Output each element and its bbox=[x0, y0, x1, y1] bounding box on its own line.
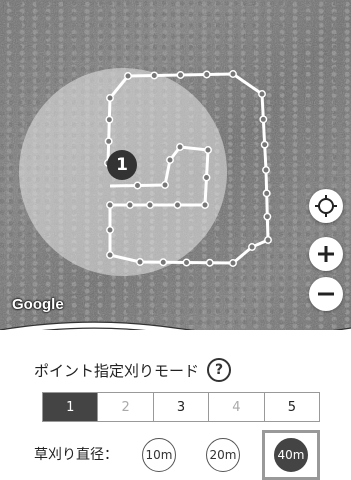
help-icon[interactable]: ? bbox=[207, 358, 232, 382]
mode-title-row: ポイント指定刈りモード ? bbox=[34, 358, 232, 382]
route-waypoint bbox=[262, 166, 270, 174]
minus-icon bbox=[318, 292, 334, 296]
diameter-label: 草刈り直径： bbox=[34, 447, 118, 463]
start-marker-label: 1 bbox=[116, 155, 128, 175]
route-waypoint bbox=[202, 173, 211, 182]
route-waypoint bbox=[182, 258, 191, 267]
route-waypoint bbox=[126, 201, 134, 209]
route-waypoint bbox=[161, 181, 169, 189]
route-waypoint bbox=[176, 71, 185, 79]
start-marker[interactable]: 1 bbox=[107, 150, 137, 180]
route-waypoint bbox=[105, 115, 114, 124]
route-waypoint bbox=[104, 137, 113, 146]
tab-point-4[interactable]: 4 bbox=[209, 393, 265, 421]
route-overlay bbox=[19, 68, 272, 276]
tab-point-1[interactable]: 1 bbox=[43, 393, 99, 421]
route-waypoint bbox=[258, 90, 266, 98]
tab-point-5[interactable]: 5 bbox=[265, 393, 319, 421]
route-waypoint bbox=[202, 70, 211, 79]
zoom-in-button[interactable] bbox=[309, 237, 343, 271]
route-waypoint bbox=[173, 201, 182, 209]
route-waypoint bbox=[150, 71, 159, 80]
tab-point-3[interactable]: 3 bbox=[154, 393, 210, 421]
tab-point-2[interactable]: 2 bbox=[98, 393, 154, 421]
diameter-40m-button[interactable]: 40m bbox=[274, 438, 308, 472]
route-waypoint bbox=[264, 236, 272, 244]
route-waypoint bbox=[205, 258, 214, 267]
mode-title: ポイント指定刈りモード bbox=[34, 361, 200, 380]
zoom-out-button[interactable] bbox=[309, 277, 343, 311]
route-waypoint bbox=[262, 189, 271, 198]
route-waypoint bbox=[159, 258, 168, 267]
route-waypoint bbox=[176, 143, 184, 151]
route-waypoint bbox=[106, 94, 114, 102]
diameter-row: 草刈り直径： 10m 20m 40m bbox=[34, 430, 334, 480]
route-waypoint bbox=[260, 140, 269, 149]
locate-button[interactable] bbox=[309, 189, 343, 223]
route-waypoint bbox=[248, 243, 256, 251]
mode-panel: ポイント指定刈りモード ? 1 2 3 4 5 草刈り直径： 10m 20m 4… bbox=[0, 330, 351, 480]
route-waypoint bbox=[124, 72, 132, 80]
route-waypoint bbox=[259, 115, 268, 124]
route-waypoint bbox=[106, 226, 114, 234]
route-waypoint bbox=[106, 251, 114, 259]
route-waypoint bbox=[166, 156, 174, 164]
route-waypoint bbox=[106, 201, 114, 209]
diameter-20m-button[interactable]: 20m bbox=[206, 438, 240, 472]
map-view[interactable]: 1 Google bbox=[0, 0, 351, 330]
crosshair-icon bbox=[315, 195, 337, 217]
route-waypoint bbox=[229, 70, 237, 78]
route-waypoint bbox=[136, 258, 144, 266]
diameter-10m-button[interactable]: 10m bbox=[142, 438, 176, 472]
route-waypoint bbox=[229, 259, 237, 267]
route-waypoint bbox=[201, 201, 209, 209]
point-tabs: 1 2 3 4 5 bbox=[42, 392, 320, 422]
google-attribution: Google bbox=[12, 296, 64, 313]
plus-icon bbox=[318, 246, 334, 262]
route-waypoint bbox=[263, 212, 272, 221]
route-waypoint bbox=[133, 181, 142, 190]
route-waypoint bbox=[204, 146, 212, 154]
route-waypoint bbox=[146, 201, 154, 209]
